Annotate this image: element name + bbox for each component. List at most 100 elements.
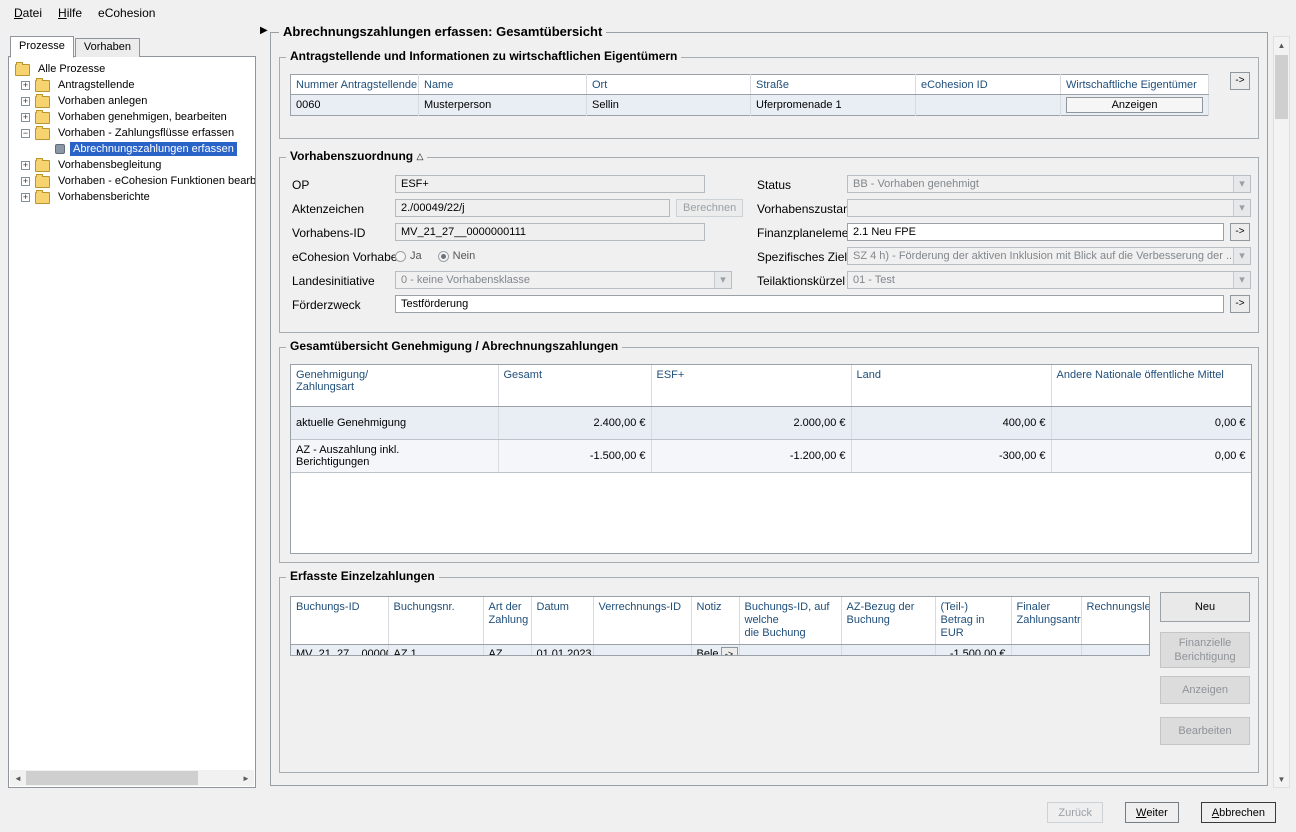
vorhabenszustand-select[interactable] [847, 199, 1251, 217]
zurueck-button[interactable]: Zurück [1047, 802, 1103, 823]
op-input[interactable]: ESF+ [395, 175, 705, 193]
col-esf: ESF+ [651, 365, 851, 407]
assignment-title-text: Vorhabenszuordnung [290, 149, 413, 163]
collapse-minus-icon[interactable] [21, 129, 30, 138]
expand-plus-icon[interactable] [21, 193, 30, 202]
tree-item-abrechnungszahlungen[interactable]: Abrechnungszahlungen erfassen [9, 141, 255, 157]
process-node-icon [55, 144, 65, 154]
cell-buchungs-id: MV_21_27__000000 [291, 645, 388, 657]
col-art-der-zahlung: Art der Zahlung [483, 597, 531, 645]
expand-plus-icon[interactable] [21, 81, 30, 90]
folder-icon [35, 160, 50, 172]
menu-hilfe-label: ilfe [67, 6, 82, 20]
folder-icon [35, 176, 50, 188]
tab-prozesse[interactable]: Prozesse [10, 36, 74, 58]
col-land: Land [851, 365, 1051, 407]
teilaktionskuerzel-select[interactable]: 01 - Test [847, 271, 1251, 289]
overview-row-genehmigung[interactable]: aktuelle Genehmigung 2.400,00 € 2.000,00… [291, 407, 1251, 440]
scroll-down-icon[interactable] [1274, 771, 1289, 787]
menu-datei-label: atei [23, 6, 42, 20]
tree-item-vorhaben-genehmigen[interactable]: Vorhaben genehmigen, bearbeiten [9, 109, 255, 125]
tree-item-vorhaben-anlegen[interactable]: Vorhaben anlegen [9, 93, 255, 109]
sidebar-collapse-arrow-icon[interactable] [260, 25, 268, 36]
weiter-accel: W [1136, 807, 1146, 819]
main-vertical-scrollbar[interactable] [1273, 36, 1290, 788]
expand-plus-icon[interactable] [21, 161, 30, 170]
overview-row-auszahlung[interactable]: AZ - Auszahlung inkl. Berichtigungen -1.… [291, 440, 1251, 473]
sidebar-horizontal-scrollbar[interactable] [10, 770, 254, 786]
folder-icon [35, 96, 50, 108]
finanzplanelement-label: Finanzplanelement [757, 226, 858, 240]
abbrechen-button[interactable]: Abbrechen [1201, 802, 1276, 823]
cell-land: 400,00 € [851, 407, 1051, 440]
tab-vorhaben[interactable]: Vorhaben [75, 38, 140, 57]
scroll-right-icon[interactable] [238, 770, 254, 786]
collapse-triangle-icon[interactable]: △ [416, 151, 423, 161]
cell-ort: Sellin [587, 95, 751, 116]
tree-item-vorhabensbegleitung[interactable]: Vorhabensbegleitung [9, 157, 255, 173]
status-select[interactable]: BB - Vorhaben genehmigt [847, 175, 1251, 193]
berechnen-button[interactable]: Berechnen [676, 199, 743, 217]
vorhabens-id-input[interactable]: MV_21_27__0000000111 [395, 223, 705, 241]
op-label: OP [292, 178, 309, 192]
landesinitiative-select[interactable]: 0 - keine Vorhabensklasse [395, 271, 732, 289]
payments-section: Erfasste Einzelzahlungen Buchungs-ID Buc… [279, 577, 1259, 773]
applicants-row[interactable]: 0060 Musterperson Sellin Uferpromenade 1… [291, 95, 1209, 116]
payments-row[interactable]: MV_21_27__000000 AZ 1 AZ 01.01.2023 Bele… [291, 645, 1150, 657]
sidebar: Prozesse Vorhaben Alle Prozesse Antragst… [8, 36, 256, 788]
applicants-goto-button[interactable]: -> [1230, 72, 1250, 90]
scroll-left-icon[interactable] [10, 770, 26, 786]
foerderzweck-input[interactable]: Testförderung [395, 295, 1224, 313]
application-window: Datei Hilfe eCohesion Prozesse Vorhaben … [0, 0, 1296, 832]
neu-button[interactable]: Neu [1160, 592, 1250, 622]
radio-circle-icon [395, 251, 406, 262]
tree-item-antragstellende[interactable]: Antragstellende [9, 77, 255, 93]
anzeigen-button[interactable]: Anzeigen [1160, 676, 1250, 704]
tree-item-alle-prozesse[interactable]: Alle Prozesse [9, 61, 255, 77]
col-wirtschaftliche-eigentuemer: Wirtschaftliche Eigentümer [1061, 75, 1209, 95]
tree-item-ecohesion-funktionen[interactable]: Vorhaben - eCohesion Funktionen bearbeit… [9, 173, 255, 189]
folder-icon [35, 80, 50, 92]
scrollbar-thumb[interactable] [26, 771, 198, 785]
notiz-goto-button[interactable]: -> [721, 647, 738, 656]
cell-gesamt: -1.500,00 € [498, 440, 651, 473]
weiter-button[interactable]: Weiter [1125, 802, 1179, 823]
payments-header-row: Buchungs-ID Buchungsnr. Art der Zahlung … [291, 597, 1150, 645]
cell-notiz: Bele-> [691, 645, 739, 657]
finanzplanelement-goto-button[interactable]: -> [1230, 223, 1250, 241]
aktenzeichen-label: Aktenzeichen [292, 202, 364, 216]
radio-ja[interactable]: Ja [395, 250, 422, 262]
col-ort: Ort [587, 75, 751, 95]
col-az-bezug: AZ-Bezug der Buchung [841, 597, 935, 645]
sidebar-tabs: Prozesse Vorhaben [8, 36, 256, 57]
payments-button-column: Neu Finanzielle Berichtigung Anzeigen Be… [1160, 592, 1250, 745]
spezifisches-ziel-select[interactable]: SZ 4 h) - Förderung der aktiven Inklusio… [847, 247, 1251, 265]
col-gesamt: Gesamt [498, 365, 651, 407]
col-ecohesion-id: eCohesion ID [916, 75, 1061, 95]
menu-hilfe[interactable]: Hilfe [50, 2, 90, 24]
tree-item-vorhabensberichte[interactable]: Vorhabensberichte [9, 189, 255, 205]
status-label: Status [757, 178, 791, 192]
aktenzeichen-input[interactable]: 2./00049/22/j [395, 199, 670, 217]
menu-ecohesion[interactable]: eCohesion [90, 2, 163, 24]
foerderzweck-goto-button[interactable]: -> [1230, 295, 1250, 313]
scrollbar-thumb[interactable] [1275, 55, 1288, 119]
expand-plus-icon[interactable] [21, 97, 30, 106]
expand-plus-icon[interactable] [21, 113, 30, 122]
finanzielle-berichtigung-button[interactable]: Finanzielle Berichtigung [1160, 632, 1250, 668]
expand-plus-icon[interactable] [21, 177, 30, 186]
tree-item-zahlungsfluesse[interactable]: Vorhaben - Zahlungsflüsse erfassen [9, 125, 255, 141]
col-rechnungsle: Rechnungsle [1081, 597, 1150, 645]
col-andere-mittel: Andere Nationale öffentliche Mittel [1051, 365, 1251, 407]
radio-nein[interactable]: Nein [438, 250, 476, 262]
bearbeiten-button[interactable]: Bearbeiten [1160, 717, 1250, 745]
overview-table: Genehmigung/ Zahlungsart Gesamt ESF+ Lan… [291, 365, 1252, 473]
spezifisches-ziel-label: Spezifisches Ziel [757, 250, 847, 264]
applicants-section: Antragstellende und Informationen zu wir… [279, 57, 1259, 139]
col-buchungs-id-ref: Buchungs-ID, auf welche die Buchung [739, 597, 841, 645]
menu-datei[interactable]: Datei [6, 2, 50, 24]
folder-icon [35, 112, 50, 124]
finanzplanelement-input[interactable]: 2.1 Neu FPE [847, 223, 1224, 241]
scroll-up-icon[interactable] [1274, 37, 1289, 53]
anzeigen-button[interactable]: Anzeigen [1066, 97, 1203, 113]
